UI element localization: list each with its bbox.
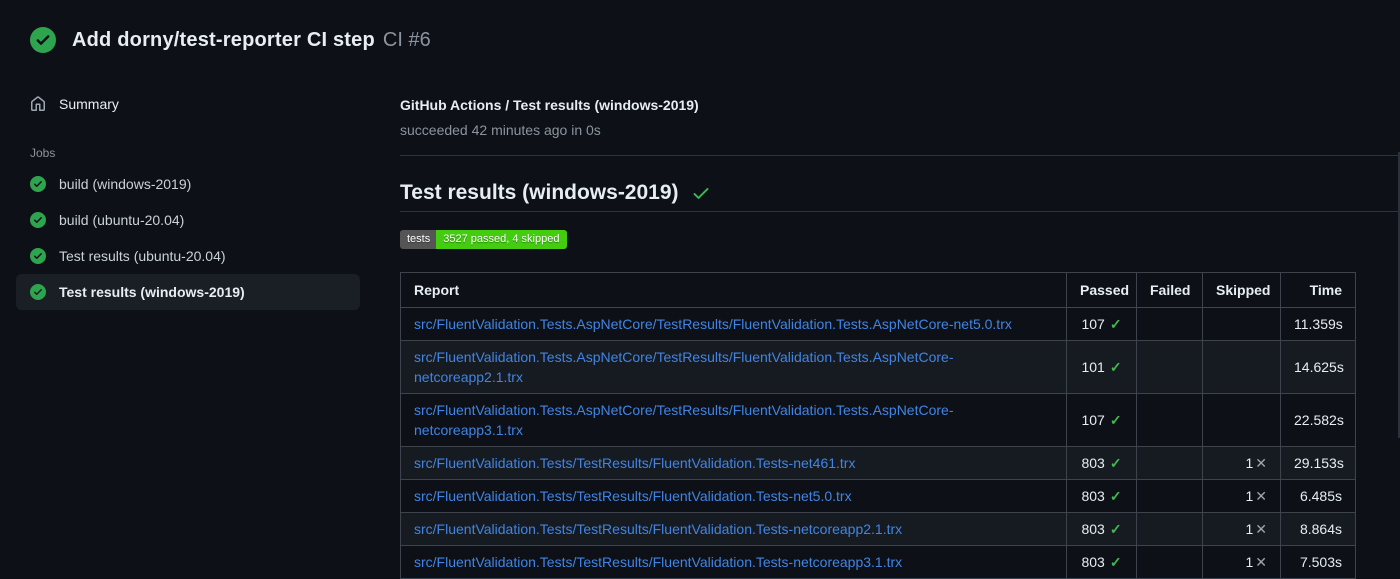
passed-check-icon: ✓	[1109, 521, 1122, 537]
passed-check-icon: ✓	[1109, 488, 1122, 504]
passed-check-icon: ✓	[1109, 359, 1122, 375]
column-header-time: Time	[1280, 272, 1356, 308]
skipped-count: 1	[1245, 554, 1254, 570]
skipped-count: 1	[1245, 521, 1254, 537]
check-circle-icon	[30, 248, 46, 264]
run-number: CI #6	[382, 28, 431, 51]
passed-check-icon: ✓	[1109, 455, 1122, 471]
skipped-count: 1	[1245, 488, 1254, 504]
time-value: 11.359s	[1280, 307, 1356, 341]
passed-count: 803	[1081, 488, 1105, 504]
failed-count	[1136, 479, 1203, 513]
passed-count: 803	[1081, 521, 1105, 537]
divider	[400, 155, 1400, 156]
divider	[400, 211, 1400, 212]
jobs-section-label: Jobs	[30, 146, 56, 160]
table-row: src/FluentValidation.Tests.AspNetCore/Te…	[400, 307, 1356, 341]
report-link[interactable]: src/FluentValidation.Tests.AspNetCore/Te…	[414, 316, 1012, 332]
time-value: 7.503s	[1280, 545, 1356, 579]
time-value: 14.625s	[1280, 340, 1356, 394]
column-header-failed: Failed	[1136, 272, 1203, 308]
column-header-passed: Passed	[1066, 272, 1137, 308]
failed-count	[1136, 307, 1203, 341]
sidebar-item-build-ubuntu[interactable]: build (ubuntu-20.04)	[16, 202, 360, 238]
skipped-cross-icon: ✕	[1255, 455, 1267, 471]
passed-check-icon: ✓	[1109, 316, 1122, 332]
job-label: Test results (windows-2019)	[59, 284, 245, 300]
report-link[interactable]: src/FluentValidation.Tests.AspNetCore/Te…	[414, 349, 954, 385]
table-row: src/FluentValidation.Tests/TestResults/F…	[400, 446, 1356, 480]
failed-count	[1136, 446, 1203, 480]
job-label: Test results (ubuntu-20.04)	[59, 248, 226, 264]
sidebar-item-summary[interactable]: Summary	[16, 88, 360, 120]
table-header-row: Report Passed Failed Skipped Time	[400, 272, 1356, 308]
check-circle-icon	[30, 27, 56, 53]
skipped-count	[1202, 393, 1281, 447]
summary-label: Summary	[59, 96, 119, 112]
skipped-cross-icon: ✕	[1255, 488, 1267, 504]
check-run-status: succeeded 42 minutes ago in 0s	[400, 122, 601, 138]
home-icon	[31, 96, 45, 111]
job-label: build (windows-2019)	[59, 176, 192, 192]
check-circle-icon	[30, 284, 46, 300]
passed-count: 101	[1081, 359, 1105, 375]
table-row: src/FluentValidation.Tests.AspNetCore/Te…	[400, 393, 1356, 447]
test-results-table: Report Passed Failed Skipped Time src/Fl…	[400, 272, 1356, 579]
sidebar-item-test-results-windows[interactable]: Test results (windows-2019)	[16, 274, 360, 310]
failed-count	[1136, 393, 1203, 447]
failed-count	[1136, 340, 1203, 394]
tests-badge: tests 3527 passed, 4 skipped	[400, 230, 568, 249]
check-icon	[693, 188, 709, 199]
skipped-count	[1202, 340, 1281, 394]
passed-count: 803	[1081, 554, 1105, 570]
section-heading: Test results (windows-2019)	[400, 181, 711, 205]
failed-count	[1136, 512, 1203, 546]
passed-count: 107	[1081, 316, 1105, 332]
time-value: 29.153s	[1280, 446, 1356, 480]
sidebar-item-build-windows[interactable]: build (windows-2019)	[16, 166, 360, 202]
check-run-title: GitHub Actions / Test results (windows-2…	[400, 97, 699, 113]
failed-count	[1136, 545, 1203, 579]
passed-count: 107	[1081, 412, 1105, 428]
column-header-report: Report	[400, 272, 1067, 308]
passed-count: 803	[1081, 455, 1105, 471]
tests-badge-value: 3527 passed, 4 skipped	[436, 230, 568, 249]
skipped-count	[1202, 307, 1281, 341]
job-label: build (ubuntu-20.04)	[59, 212, 185, 228]
check-circle-icon	[30, 212, 46, 228]
report-link[interactable]: src/FluentValidation.Tests/TestResults/F…	[414, 554, 902, 570]
run-header: Add dorny/test-reporter CI step CI #6	[30, 27, 431, 53]
time-value: 6.485s	[1280, 479, 1356, 513]
table-row: src/FluentValidation.Tests/TestResults/F…	[400, 512, 1356, 546]
time-value: 22.582s	[1280, 393, 1356, 447]
skipped-cross-icon: ✕	[1255, 521, 1267, 537]
check-circle-icon	[30, 176, 46, 192]
time-value: 8.864s	[1280, 512, 1356, 546]
report-link[interactable]: src/FluentValidation.Tests/TestResults/F…	[414, 488, 852, 504]
report-link[interactable]: src/FluentValidation.Tests/TestResults/F…	[414, 455, 855, 471]
report-link[interactable]: src/FluentValidation.Tests/TestResults/F…	[414, 521, 902, 537]
table-row: src/FluentValidation.Tests/TestResults/F…	[400, 545, 1356, 579]
sidebar: Summary Jobs build (windows-2019) build …	[16, 88, 360, 310]
run-title: Add dorny/test-reporter CI step	[72, 28, 375, 51]
sidebar-item-test-results-ubuntu[interactable]: Test results (ubuntu-20.04)	[16, 238, 360, 274]
table-row: src/FluentValidation.Tests/TestResults/F…	[400, 479, 1356, 513]
skipped-count: 1	[1245, 455, 1254, 471]
table-row: src/FluentValidation.Tests.AspNetCore/Te…	[400, 340, 1356, 394]
report-link[interactable]: src/FluentValidation.Tests.AspNetCore/Te…	[414, 402, 954, 438]
skipped-cross-icon: ✕	[1255, 554, 1267, 570]
column-header-skipped: Skipped	[1202, 272, 1281, 308]
passed-check-icon: ✓	[1109, 412, 1122, 428]
section-heading-title: Test results (windows-2019)	[400, 181, 679, 204]
tests-badge-label: tests	[400, 230, 437, 249]
passed-check-icon: ✓	[1109, 554, 1122, 570]
